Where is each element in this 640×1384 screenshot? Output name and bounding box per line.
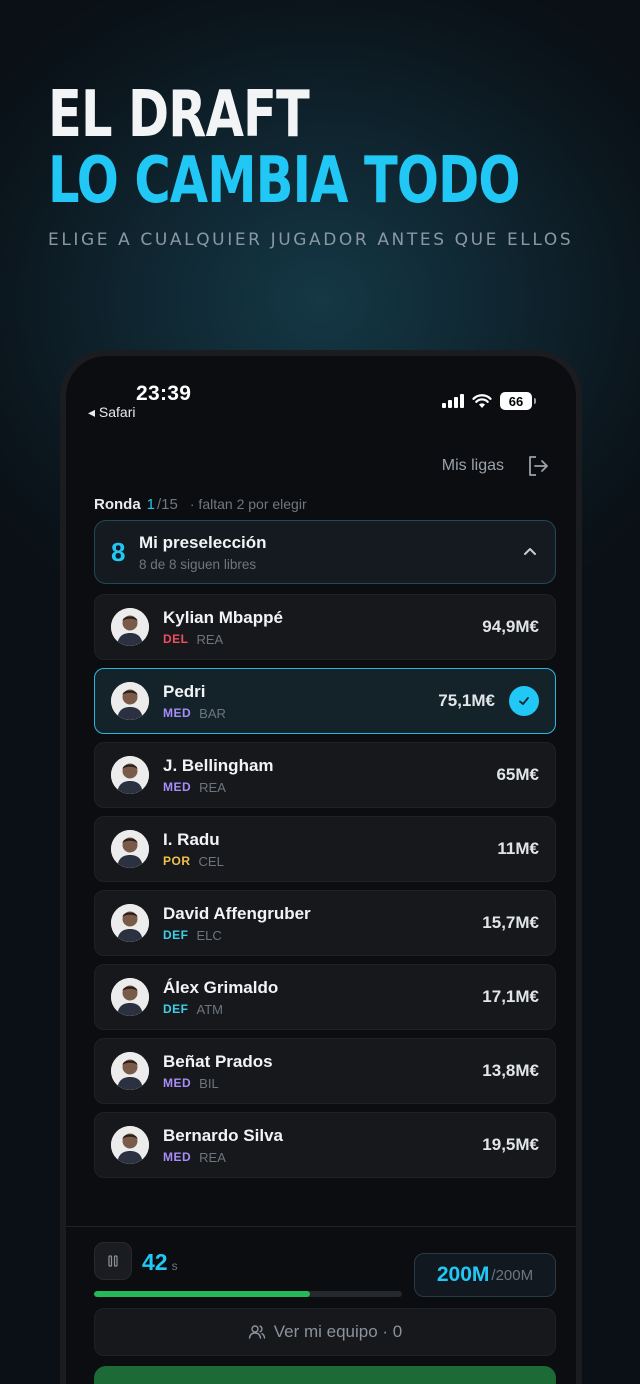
player-price: 11M€ [497, 839, 539, 858]
player-name: David Affengruber [163, 903, 311, 923]
pause-icon [108, 1255, 118, 1267]
player-avatar [111, 1126, 149, 1164]
round-current: 1 [146, 496, 156, 513]
round-total: /15 [157, 496, 178, 513]
player-card[interactable]: David Affengruber DEF ELC 15,7M€ [94, 890, 556, 956]
timer-progress-fill [94, 1291, 310, 1297]
player-avatar [111, 904, 149, 942]
battery-icon: 66 [500, 392, 536, 410]
player-position: DEL [163, 631, 189, 646]
footer-divider [66, 1226, 576, 1227]
round-label: Ronda [94, 496, 141, 513]
player-list: Kylian Mbappé DEL REA 94,9M€ Pedri MED BAR 75,1… [94, 594, 556, 1186]
phone-frame: 23:39 ◂ Safari 66 Mis ligas Ronda 1 /15 [60, 350, 582, 1384]
player-card[interactable]: J. Bellingham MED REA 65M€ [94, 742, 556, 808]
player-team: CEL [198, 853, 224, 869]
player-avatar [111, 608, 149, 646]
preselection-subtitle: 8 de 8 siguen libres [139, 556, 257, 572]
player-team: REA [199, 779, 226, 795]
pause-button[interactable] [94, 1242, 132, 1280]
budget-total: /200M [491, 1266, 534, 1284]
back-to-safari[interactable]: ◂ Safari [88, 404, 136, 421]
player-avatar [111, 682, 149, 720]
player-team: ELC [196, 927, 222, 943]
player-price: 15,7M€ [482, 913, 539, 932]
player-name: Álex Grimaldo [163, 977, 279, 997]
player-position: MED [163, 1149, 192, 1164]
preselection-panel[interactable]: 8 Mi preselección 8 de 8 siguen libres [94, 520, 556, 584]
player-price: 75,1M€ [438, 691, 495, 710]
player-price: 17,1M€ [482, 987, 539, 1006]
player-name: J. Bellingham [163, 755, 274, 775]
player-card[interactable]: Pedri MED BAR 75,1M€ [94, 668, 556, 734]
view-team-button[interactable]: Ver mi equipo · 0 [94, 1308, 556, 1356]
player-price: 13,8M€ [482, 1061, 539, 1080]
player-position: DEF [163, 927, 189, 942]
pick-timer: 42 s [142, 1249, 178, 1276]
player-position: DEF [163, 1001, 189, 1016]
player-card[interactable]: I. Radu POR CEL 11M€ [94, 816, 556, 882]
player-name: I. Radu [163, 829, 220, 849]
hero-title-line2: LO CAMBIA TODO [48, 144, 520, 218]
round-remaining: · faltan 2 por elegir [189, 496, 307, 512]
player-team: REA [196, 631, 224, 647]
player-name: Beñat Prados [163, 1051, 273, 1071]
player-card[interactable]: Álex Grimaldo DEF ATM 17,1M€ [94, 964, 556, 1030]
status-icons: 66 [442, 392, 536, 410]
player-avatar [111, 830, 149, 868]
confirm-pick-button[interactable] [94, 1366, 556, 1384]
hero-subtitle: ELIGE A CUALQUIER JUGADOR ANTES QUE ELLO… [48, 230, 574, 250]
hero-title: EL DRAFT LO CAMBIA TODO [48, 82, 596, 214]
player-position: MED [163, 779, 192, 794]
player-card[interactable]: Kylian Mbappé DEL REA 94,9M€ [94, 594, 556, 660]
logout-icon[interactable] [526, 454, 550, 478]
view-team-label: Ver mi equipo · 0 [273, 1322, 403, 1341]
player-position: MED [163, 1075, 192, 1090]
player-team: REA [199, 1149, 226, 1165]
player-price: 94,9M€ [482, 617, 539, 636]
check-icon[interactable] [509, 686, 539, 716]
status-time: 23:39 [136, 382, 192, 405]
player-name: Kylian Mbappé [163, 607, 283, 627]
users-icon [248, 1325, 265, 1339]
signal-icon [442, 394, 464, 408]
player-card[interactable]: Beñat Prados MED BIL 13,8M€ [94, 1038, 556, 1104]
timer-value: 42 [142, 1249, 168, 1275]
player-price: 65M€ [496, 765, 539, 784]
preselection-count: 8 [111, 536, 126, 567]
preselection-title: Mi preselección [139, 532, 267, 552]
timer-unit: s [171, 1259, 178, 1273]
budget-badge: 200M /200M [414, 1253, 556, 1297]
player-team: BAR [199, 705, 226, 721]
timer-progress [94, 1291, 402, 1297]
my-leagues-link[interactable]: Mis ligas [442, 457, 504, 475]
player-card[interactable]: Bernardo Silva MED REA 19,5M€ [94, 1112, 556, 1178]
hero-title-line1: EL DRAFT [48, 78, 310, 152]
player-price: 19,5M€ [482, 1135, 539, 1154]
player-avatar [111, 1052, 149, 1090]
player-position: MED [163, 705, 192, 720]
chevron-up-icon[interactable] [521, 543, 539, 561]
wifi-icon [472, 393, 492, 408]
player-team: BIL [199, 1075, 219, 1091]
player-name: Pedri [163, 681, 206, 701]
budget-amount: 200M [436, 1263, 490, 1286]
top-bar: Mis ligas [442, 454, 550, 478]
app-screen: 23:39 ◂ Safari 66 Mis ligas Ronda 1 /15 [66, 356, 576, 1384]
player-avatar [111, 756, 149, 794]
player-team: ATM [196, 1001, 223, 1017]
round-indicator: Ronda 1 /15 · faltan 2 por elegir [94, 496, 307, 513]
player-name: Bernardo Silva [163, 1125, 283, 1145]
player-avatar [111, 978, 149, 1016]
player-position: POR [163, 853, 191, 868]
